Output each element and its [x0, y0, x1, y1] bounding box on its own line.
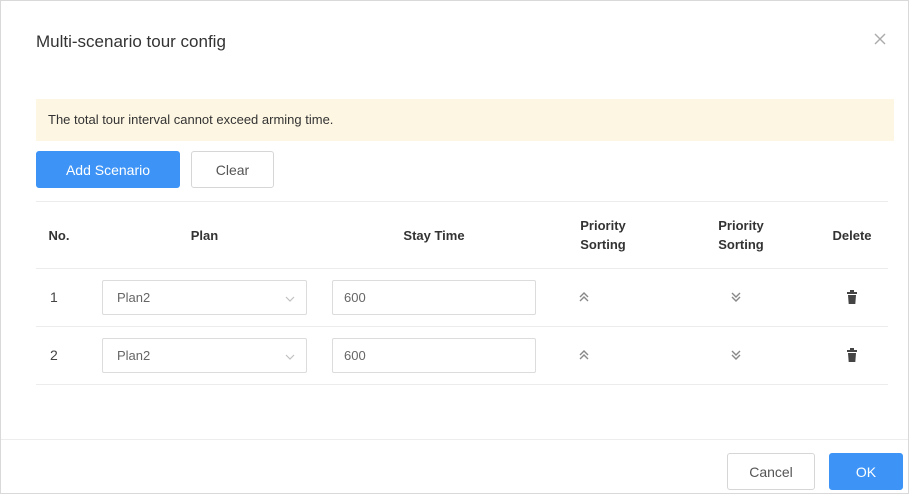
plan-select[interactable]: Plan2: [102, 280, 307, 315]
move-up-icon[interactable]: [574, 345, 594, 365]
trash-icon[interactable]: [842, 287, 862, 307]
move-up-icon[interactable]: [574, 287, 594, 307]
col-header-delete: Delete: [832, 227, 872, 243]
chevron-down-icon: [284, 350, 296, 362]
cancel-button[interactable]: Cancel: [727, 453, 815, 490]
row-number: 1: [50, 289, 58, 305]
table-header: No. Plan Stay Time Priority Sorting Prio…: [36, 201, 888, 268]
clear-button[interactable]: Clear: [191, 151, 274, 188]
add-scenario-button[interactable]: Add Scenario: [36, 151, 180, 188]
dialog-header: Multi-scenario tour config: [1, 1, 908, 79]
footer-divider: [1, 439, 908, 440]
close-icon[interactable]: [868, 27, 892, 51]
plan-select-value: Plan2: [117, 348, 151, 363]
table-row: 1 Plan2 600: [36, 268, 888, 326]
dialog-title: Multi-scenario tour config: [36, 32, 226, 51]
col-header-no: No.: [48, 227, 70, 243]
col-header-priority-up: Priority Sorting: [580, 218, 626, 252]
table-row: 2 Plan2 600: [36, 326, 888, 385]
stay-time-input[interactable]: 600: [332, 338, 536, 373]
move-down-icon[interactable]: [726, 287, 746, 307]
tour-config-dialog: Multi-scenario tour config The total tou…: [0, 0, 909, 494]
col-header-stay-time: Stay Time: [403, 227, 465, 243]
plan-select[interactable]: Plan2: [102, 338, 307, 373]
move-down-icon[interactable]: [726, 345, 746, 365]
col-header-priority-down: Priority Sorting: [718, 218, 764, 252]
stay-time-input[interactable]: 600: [332, 280, 536, 315]
row-number: 2: [50, 347, 58, 363]
trash-icon[interactable]: [842, 345, 862, 365]
ok-button[interactable]: OK: [829, 453, 903, 490]
scenario-table: No. Plan Stay Time Priority Sorting Prio…: [36, 201, 888, 385]
plan-select-value: Plan2: [117, 290, 151, 305]
col-header-plan: Plan: [190, 227, 219, 243]
chevron-down-icon: [284, 292, 296, 304]
alert-text: The total tour interval cannot exceed ar…: [48, 112, 334, 127]
warning-alert: The total tour interval cannot exceed ar…: [36, 99, 894, 141]
